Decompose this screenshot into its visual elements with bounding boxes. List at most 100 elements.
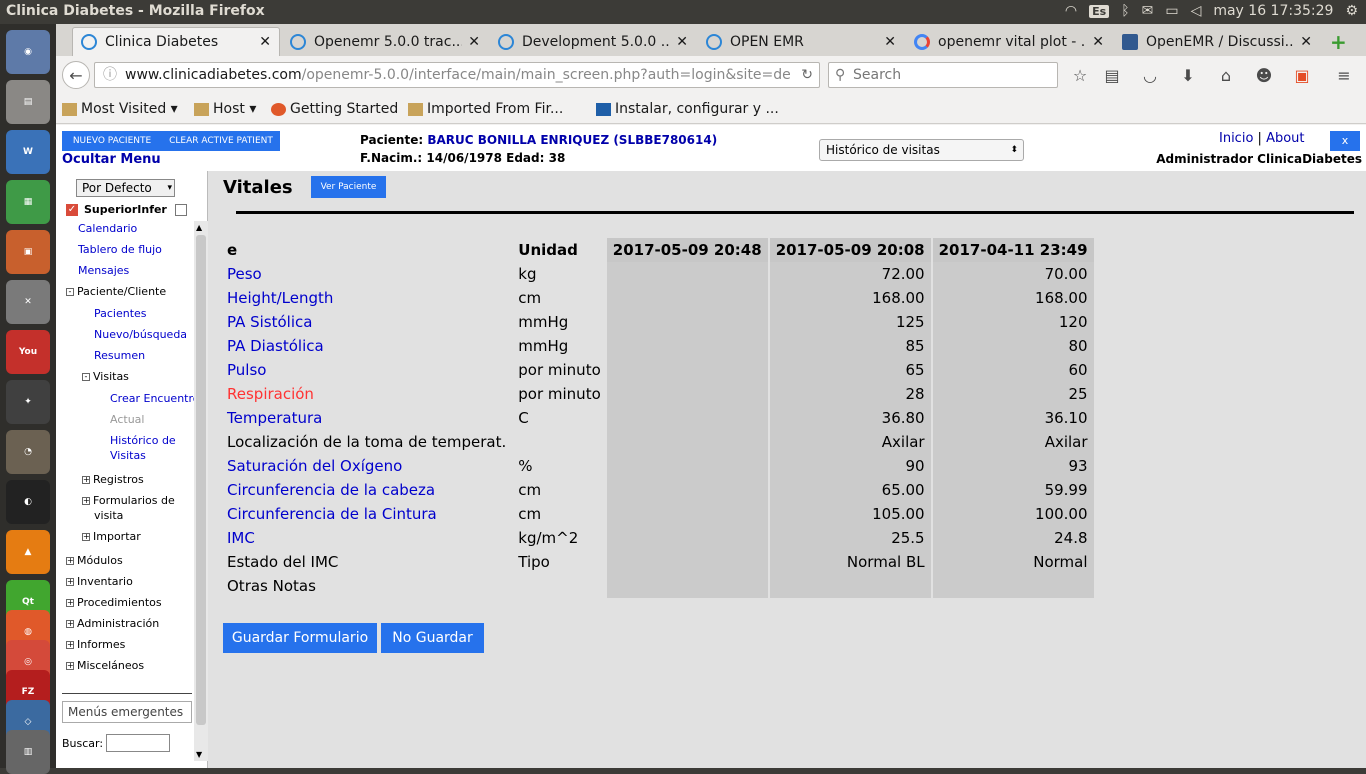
visit-history-select[interactable]: Histórico de visitas ⬍	[819, 139, 1024, 161]
back-button[interactable]: ←	[62, 61, 90, 89]
nav-procedimientos[interactable]: + Procedimientos	[66, 596, 162, 609]
vital-value[interactable]	[606, 382, 770, 406]
files-icon[interactable]: ▤	[6, 80, 50, 124]
nav-historico-visitas[interactable]: Visitas	[110, 449, 146, 462]
impress-icon[interactable]: ▣	[6, 230, 50, 274]
vital-label[interactable]: IMC	[221, 526, 512, 550]
bookmark-getting-started[interactable]: Getting Started	[271, 101, 398, 117]
menu-icon[interactable]: ≡	[1330, 61, 1358, 89]
tab-development[interactable]: Development 5.0.0 ... ✕	[490, 27, 696, 56]
vital-value[interactable]	[606, 454, 770, 478]
workspaces-icon[interactable]: ▥	[6, 730, 50, 774]
save-form-button[interactable]: Guardar Formulario	[223, 623, 377, 653]
close-tab-icon[interactable]: ✕	[1092, 34, 1104, 50]
bookmark-most-visited[interactable]: Most Visited ▾	[62, 101, 178, 117]
scroll-down-icon[interactable]: ▼	[196, 750, 202, 759]
inkscape-icon[interactable]: ✦	[6, 380, 50, 424]
close-tab-icon[interactable]: ✕	[884, 34, 896, 50]
nav-administracion[interactable]: + Administración	[66, 617, 159, 630]
nav-importar[interactable]: + Importar	[82, 530, 141, 543]
close-button[interactable]: x	[1330, 131, 1360, 151]
clock[interactable]: may 16 17:35:29	[1213, 3, 1333, 19]
expand-icon[interactable]: +	[66, 599, 74, 607]
vital-value[interactable]	[606, 310, 770, 334]
nav-modulos[interactable]: + Módulos	[66, 554, 123, 567]
new-tab-button[interactable]: +	[1322, 27, 1352, 56]
search-field[interactable]	[106, 734, 170, 752]
view-patient-button[interactable]: Ver Paciente	[311, 176, 386, 198]
bookmark-host[interactable]: Host ▾	[194, 101, 256, 117]
close-tab-icon[interactable]: ✕	[259, 34, 271, 50]
nav-visitas[interactable]: - Visitas	[82, 370, 129, 383]
settings-icon[interactable]: ✕	[6, 280, 50, 324]
new-patient-button[interactable]: NUEVO PACIENTE	[62, 131, 162, 151]
vital-value[interactable]	[606, 358, 770, 382]
nav-registros[interactable]: + Registros	[82, 473, 144, 486]
vital-value[interactable]	[606, 550, 770, 574]
battery-icon[interactable]: ▭	[1165, 3, 1178, 19]
clear-patient-button[interactable]: CLEAR ACTIVE PATIENT	[162, 131, 280, 151]
close-tab-icon[interactable]: ✕	[468, 34, 480, 50]
tab-open-emr[interactable]: OPEN EMR ✕	[698, 27, 904, 56]
collapse-icon[interactable]: -	[82, 373, 90, 381]
close-tab-icon[interactable]: ✕	[1300, 34, 1312, 50]
bookmark-instalar[interactable]: Instalar, configurar y ...	[596, 101, 779, 117]
expand-icon[interactable]: +	[66, 578, 74, 586]
vital-value[interactable]	[606, 502, 770, 526]
mail-icon[interactable]: ✉	[1142, 3, 1154, 19]
hide-menu-link[interactable]: Ocultar Menu	[62, 152, 161, 167]
tab-openemr-tracker[interactable]: Openemr 5.0.0 trac... ✕	[282, 27, 488, 56]
vital-label[interactable]: Saturación del Oxígeno	[221, 454, 512, 478]
collapse-icon[interactable]: -	[66, 288, 74, 296]
vital-value[interactable]	[606, 478, 770, 502]
nav-miscelaneos[interactable]: + Misceláneos	[66, 659, 144, 672]
vital-value[interactable]	[606, 262, 770, 286]
nav-calendario[interactable]: Calendario	[78, 222, 137, 235]
expand-icon[interactable]: +	[66, 641, 74, 649]
tab-clinica-diabetes[interactable]: Clinica Diabetes ✕	[72, 27, 280, 56]
hello-icon[interactable]: ☻	[1250, 61, 1278, 89]
gimp-icon[interactable]: ◔	[6, 430, 50, 474]
scroll-up-icon[interactable]: ▲	[196, 223, 202, 232]
vlc-icon[interactable]: ▲	[6, 530, 50, 574]
nav-formularios[interactable]: + Formularios de	[82, 494, 175, 507]
vital-label[interactable]: Circunferencia de la Cintura	[221, 502, 512, 526]
volume-icon[interactable]: ◁	[1191, 3, 1202, 19]
expand-icon[interactable]: +	[82, 497, 90, 505]
vital-value[interactable]	[606, 574, 770, 598]
home-icon[interactable]: ⌂	[1212, 61, 1240, 89]
expand-icon[interactable]: +	[66, 557, 74, 565]
reading-list-icon[interactable]: ▤	[1098, 61, 1126, 89]
nav-crear-encuentro[interactable]: Crear Encuentro	[110, 392, 200, 405]
bookmark-star-icon[interactable]: ☆	[1066, 61, 1094, 89]
vital-label[interactable]: PA Diastólica	[221, 334, 512, 358]
writer-icon[interactable]: W	[6, 130, 50, 174]
nav-nuevo-busqueda[interactable]: Nuevo/búsqueda	[94, 328, 187, 341]
checkbox-unchecked-icon[interactable]	[174, 203, 187, 216]
nav-formularios-visita[interactable]: visita	[94, 509, 123, 522]
expand-icon[interactable]: +	[66, 620, 74, 628]
html5-icon[interactable]: ▣	[1288, 61, 1316, 89]
search-input[interactable]: ⚲ Search	[828, 62, 1058, 88]
vital-label[interactable]: Circunferencia de la cabeza	[221, 478, 512, 502]
app-icon[interactable]: ◐	[6, 480, 50, 524]
info-icon[interactable]: ⓘ	[103, 63, 117, 87]
wifi-icon[interactable]: ◠	[1065, 3, 1077, 19]
inicio-link[interactable]: Inicio	[1219, 131, 1253, 146]
expand-icon[interactable]: +	[66, 662, 74, 670]
vital-label[interactable]: Respiración	[221, 382, 512, 406]
power-icon[interactable]: ⚙	[1345, 3, 1358, 19]
nav-historico-de[interactable]: Histórico de	[110, 434, 176, 447]
tab-openemr-discussion[interactable]: OpenEMR / Discussi... ✕	[1114, 27, 1320, 56]
calc-icon[interactable]: ▦	[6, 180, 50, 224]
left-scrollbar[interactable]: ▲ ▼	[194, 221, 208, 761]
pocket-icon[interactable]: ◡	[1136, 61, 1164, 89]
vital-label[interactable]: Peso	[221, 262, 512, 286]
ubuntu-icon[interactable]: ◉	[6, 30, 50, 74]
vital-label[interactable]: Height/Length	[221, 286, 512, 310]
vital-value[interactable]	[606, 286, 770, 310]
expand-icon[interactable]: +	[82, 476, 90, 484]
url-bar[interactable]: ⓘ www.clinicadiabetes.com/openemr-5.0.0/…	[94, 62, 820, 88]
vital-label[interactable]: Pulso	[221, 358, 512, 382]
dont-save-button[interactable]: No Guardar	[381, 623, 484, 653]
